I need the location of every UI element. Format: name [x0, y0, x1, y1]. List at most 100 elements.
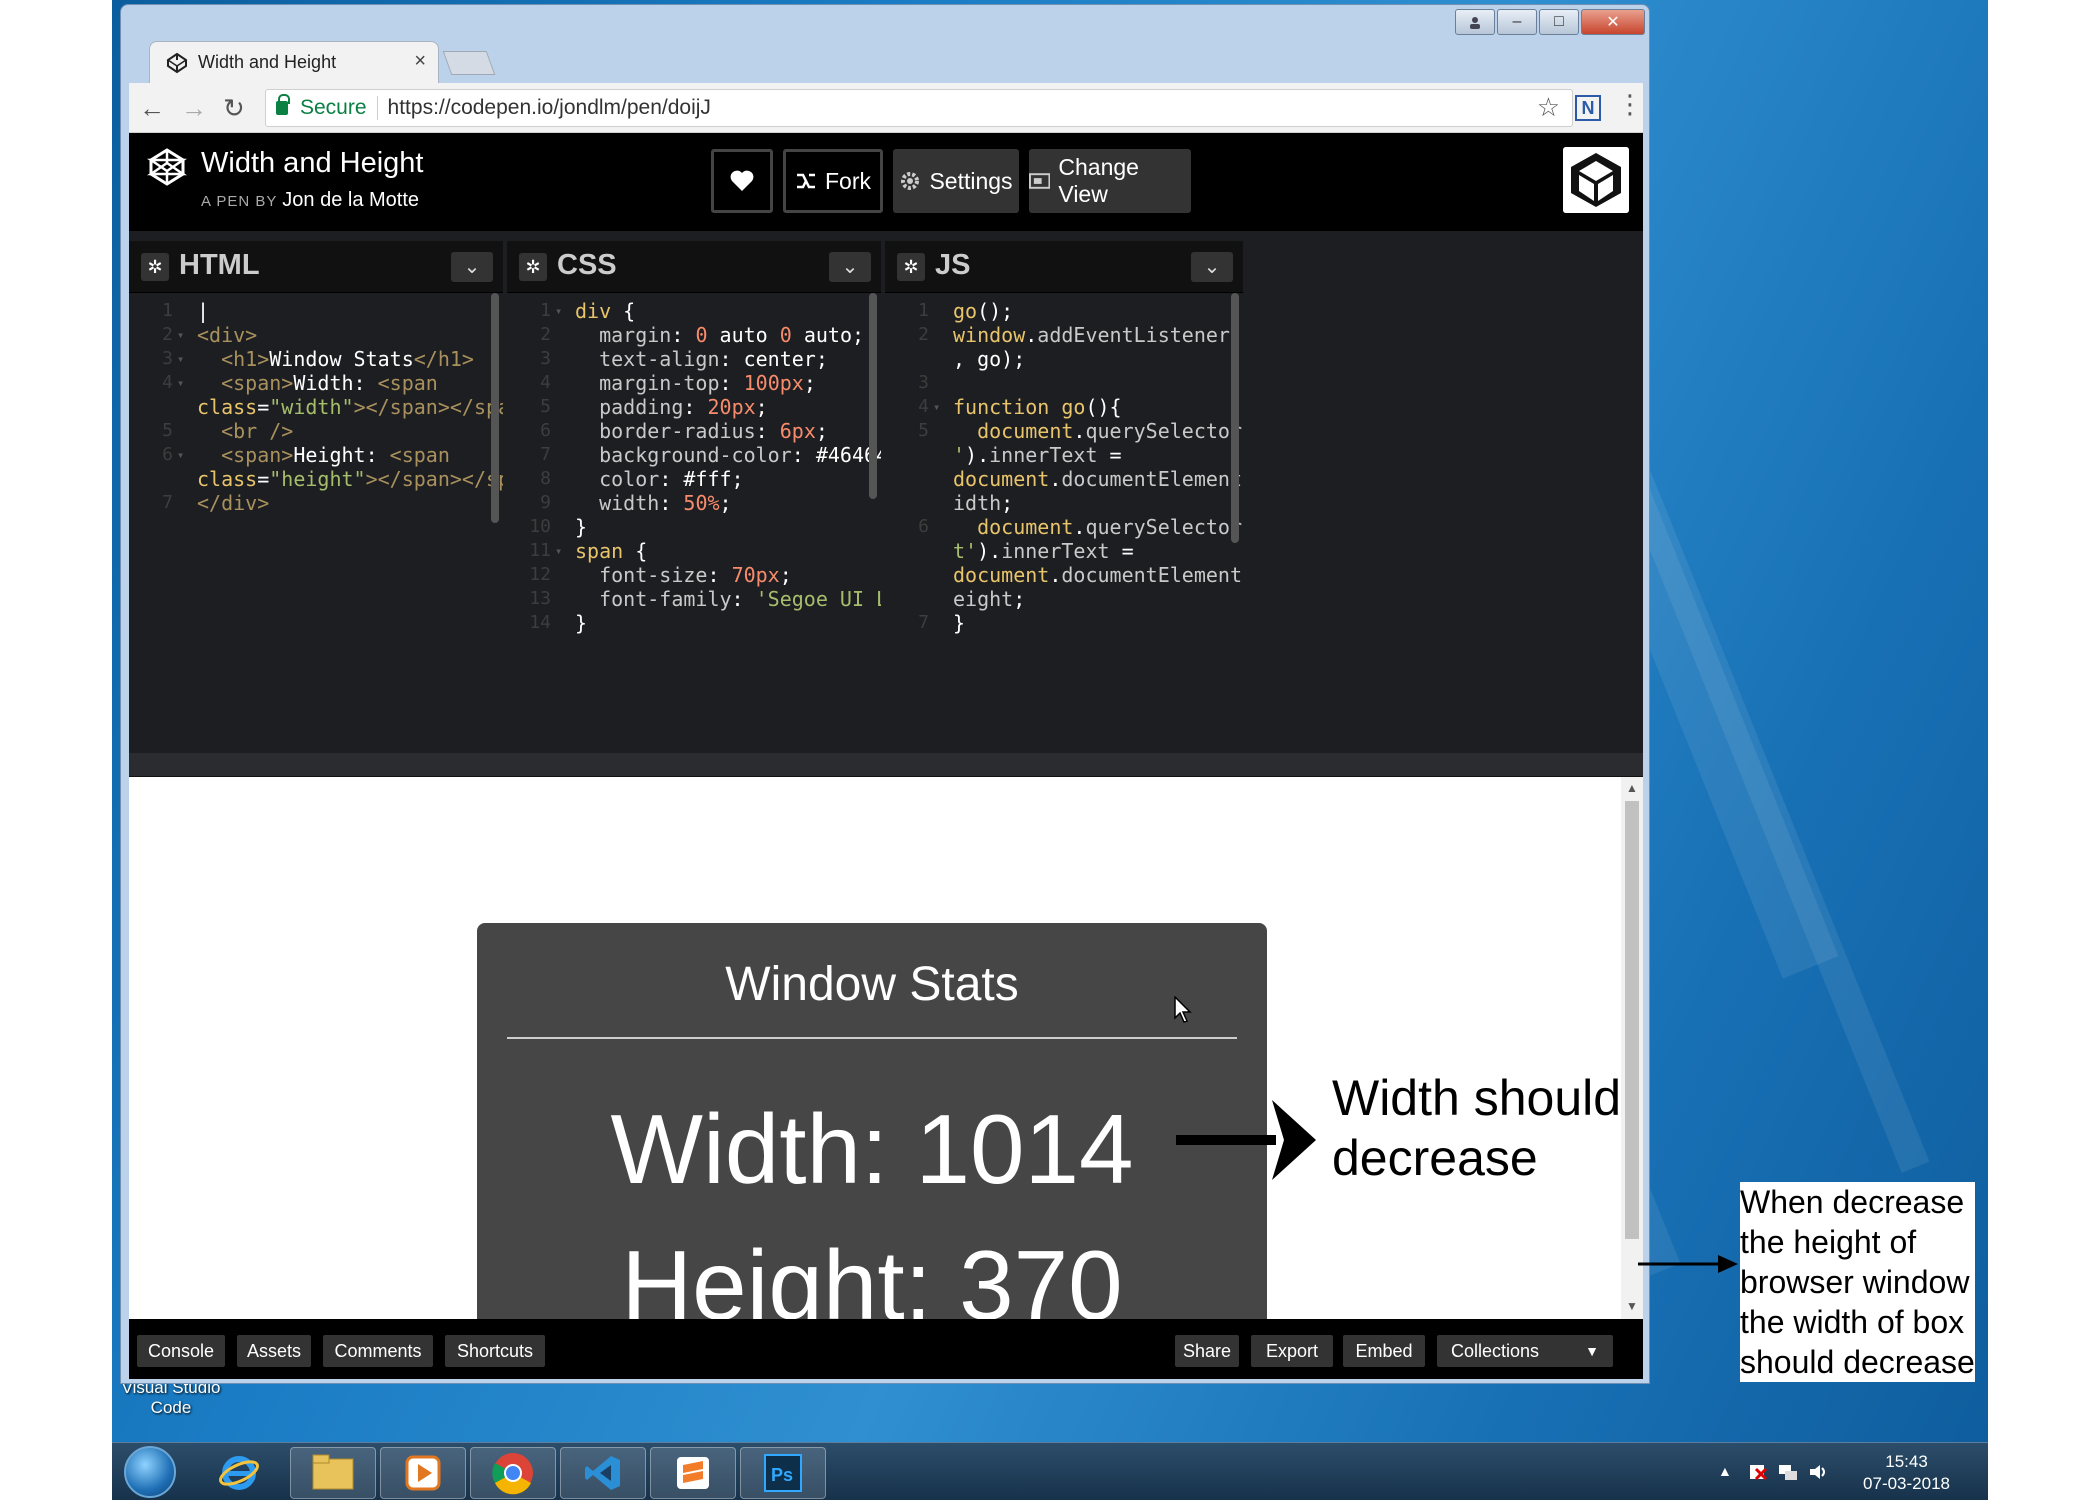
internet-explorer-icon	[219, 1456, 259, 1490]
pen-author[interactable]: Jon de la Motte	[282, 189, 419, 211]
editor-resize-bar[interactable]	[129, 753, 1643, 777]
small-right-arrow-icon	[1638, 1255, 1738, 1273]
vscode-icon	[585, 1456, 620, 1490]
assets-button[interactable]: Assets	[237, 1335, 311, 1367]
internet-explorer-button[interactable]	[196, 1447, 282, 1499]
comments-button[interactable]: Comments	[323, 1335, 433, 1367]
browser-menu-icon[interactable]: ⋮	[1617, 89, 1643, 120]
secure-indicator[interactable]: Secure	[276, 94, 367, 120]
side-annotation-line: browser window	[1740, 1264, 1970, 1300]
url-text: https://codepen.io/jondlm/pen/doijJ	[387, 96, 711, 119]
stats-heading: Window Stats	[725, 958, 1019, 1011]
side-annotation-line: the height of	[1740, 1224, 1917, 1260]
volume-icon[interactable]	[1808, 1463, 1828, 1481]
js-code-area[interactable]: 1go(); 2window.addEventListener('resize'…	[885, 293, 1243, 753]
html-editor: ✲ HTML ⌄ 1 | 2 ▾ <div> 3 ▾ <h1>Window Stats<…	[129, 241, 503, 753]
stats-divider	[507, 1037, 1237, 1039]
codepen-logo-icon[interactable]	[147, 147, 187, 187]
pen-title[interactable]: Width and Height	[201, 147, 423, 180]
side-annotation-line: the width of box	[1740, 1304, 1965, 1340]
html-scrollbar[interactable]	[491, 293, 499, 523]
maximize-button[interactable]: □	[1539, 9, 1579, 35]
taskbar: Ps ▲ 15:43 07-03-2018	[112, 1442, 1988, 1500]
action-center-icon[interactable]	[1748, 1463, 1768, 1481]
lock-icon	[276, 94, 290, 115]
css-scrollbar[interactable]	[869, 293, 877, 499]
reload-icon[interactable]: ↻	[223, 93, 245, 124]
settings-button[interactable]: Settings	[893, 149, 1019, 213]
side-annotation: When decrease the height of browser wind…	[1740, 1182, 1975, 1382]
mouse-cursor-icon	[1174, 996, 1192, 1023]
clock[interactable]: 15:43 07-03-2018	[1863, 1451, 1950, 1495]
collections-label: Collections	[1451, 1340, 1540, 1361]
new-tab-button[interactable]	[442, 51, 496, 75]
svg-text:Ps: Ps	[771, 1465, 793, 1485]
css-editor: ✲ CSS ⌄ 1 ▾ div { 2 margin: 0 auto 0 auto;…	[507, 241, 881, 753]
html-code-area[interactable]: 1 | 2 ▾ <div> 3 ▾ <h1>Window Stats</h1> 4 ▾ <…	[129, 293, 503, 753]
close-tab-icon[interactable]: ×	[414, 50, 426, 73]
fork-button[interactable]: Fork	[783, 149, 883, 213]
change-view-button[interactable]: Change View	[1029, 149, 1191, 213]
shortcuts-button[interactable]: Shortcuts	[445, 1335, 545, 1367]
media-player-icon	[405, 1455, 441, 1491]
bookmark-star-icon[interactable]: ☆	[1537, 92, 1560, 123]
codepen-favicon-icon	[166, 52, 188, 73]
scroll-down-arrow-icon[interactable]: ▼	[1626, 1299, 1638, 1313]
html-editor-header: ✲ HTML ⌄	[129, 241, 503, 293]
photoshop-icon: Ps	[764, 1454, 802, 1492]
js-collapse-chevron-down-icon[interactable]: ⌄	[1191, 252, 1233, 282]
forward-icon[interactable]: →	[181, 93, 207, 124]
css-collapse-chevron-down-icon[interactable]: ⌄	[829, 252, 871, 282]
clock-date: 07-03-2018	[1863, 1474, 1950, 1493]
html-settings-gear-icon[interactable]: ✲	[141, 253, 169, 281]
browser-toolbar: ← → ↻ Secure https://codepen.io/jondlm/p…	[129, 83, 1643, 133]
css-editor-header: ✲ CSS ⌄	[507, 241, 881, 293]
sublime-icon	[677, 1457, 709, 1489]
preview-scroll-thumb[interactable]	[1625, 801, 1639, 1239]
file-explorer-button[interactable]	[290, 1447, 376, 1499]
user-avatar[interactable]	[1563, 147, 1629, 213]
heart-icon	[730, 170, 754, 191]
extension-icon[interactable]: N	[1575, 95, 1601, 121]
minimize-button[interactable]: –	[1497, 9, 1537, 35]
back-icon[interactable]: ←	[139, 93, 165, 124]
settings-label: Settings	[929, 167, 1013, 194]
codepen-footer: Console Assets Comments Shortcuts Share …	[129, 1319, 1643, 1379]
collections-caret-down-icon: ▼	[1585, 1343, 1599, 1359]
media-player-button[interactable]	[380, 1447, 466, 1499]
heart-button[interactable]	[711, 149, 773, 213]
embed-button[interactable]: Embed	[1343, 1335, 1425, 1367]
photoshop-button[interactable]: Ps	[740, 1447, 826, 1499]
fork-icon	[797, 173, 815, 189]
vscode-button[interactable]	[560, 1447, 646, 1499]
css-code-area[interactable]: 1 ▾ div { 2 margin: 0 auto 0 auto; 3 text-…	[507, 293, 881, 753]
chrome-icon	[492, 1453, 533, 1495]
codepen-app: Width and Height A PEN BY Jon de la Mott…	[129, 133, 1643, 1379]
user-button[interactable]	[1455, 9, 1495, 35]
network-icon[interactable]	[1778, 1463, 1798, 1481]
export-button[interactable]: Export	[1251, 1335, 1333, 1367]
css-settings-gear-icon[interactable]: ✲	[519, 253, 547, 281]
side-annotation-line: When decrease	[1740, 1184, 1965, 1220]
close-window-button[interactable]: ✕	[1581, 9, 1645, 35]
html-collapse-chevron-down-icon[interactable]: ⌄	[451, 252, 493, 282]
scroll-up-arrow-icon[interactable]: ▲	[1626, 781, 1638, 795]
fork-label: Fork	[825, 167, 871, 194]
avatar-logo-icon	[1563, 147, 1629, 213]
width-annotation-line2: decrease	[1332, 1130, 1538, 1186]
share-button[interactable]: Share	[1175, 1335, 1239, 1367]
start-button[interactable]	[124, 1446, 176, 1498]
sublime-button[interactable]	[650, 1447, 736, 1499]
chrome-button[interactable]	[470, 1447, 556, 1499]
show-hidden-icons-icon[interactable]: ▲	[1718, 1463, 1738, 1481]
address-bar[interactable]: Secure https://codepen.io/jondlm/pen/doi…	[265, 89, 1573, 127]
js-settings-gear-icon[interactable]: ✲	[897, 253, 925, 281]
tab-title: Width and Height	[198, 52, 337, 72]
js-scrollbar[interactable]	[1231, 293, 1239, 543]
preview-scrollbar[interactable]: ▲ ▼	[1621, 777, 1643, 1319]
js-editor-header: ✲ JS ⌄	[885, 241, 1243, 293]
browser-tab[interactable]: Width and Height ×	[149, 41, 439, 83]
desktop-shortcut-label[interactable]: Visual Studio Code	[116, 1378, 226, 1418]
collections-button[interactable]: Collections ▼	[1437, 1335, 1613, 1367]
console-button[interactable]: Console	[137, 1335, 225, 1367]
